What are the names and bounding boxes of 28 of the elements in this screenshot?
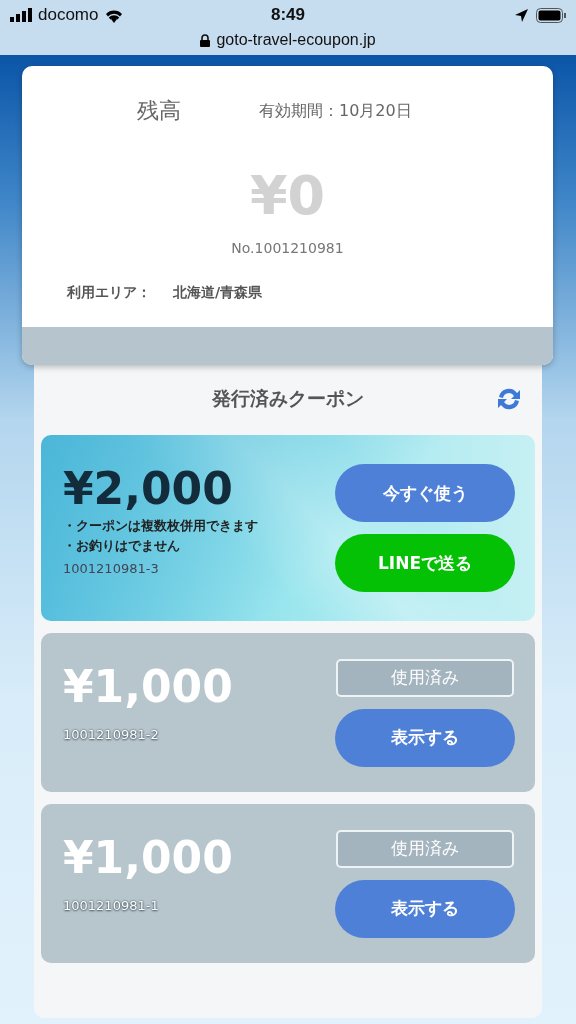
coupon-number: 1001210981-3 (63, 561, 160, 576)
url-text[interactable]: goto-travel-ecoupon.jp (216, 31, 376, 49)
area-value: 北海道/青森県 (173, 284, 263, 302)
used-status-label: 使用済み (336, 829, 514, 868)
lock-icon (200, 33, 211, 47)
show-button[interactable]: 表示する (335, 879, 515, 938)
coupon-note: ・クーポンは複数枚併用できます (63, 518, 258, 535)
refresh-icon[interactable] (495, 386, 523, 412)
carrier-name: docomo (38, 5, 99, 25)
battery-icon (536, 7, 566, 23)
show-button[interactable]: 表示する (335, 708, 515, 767)
coupon-note: ・お釣りはでません (63, 538, 181, 555)
area-label: 利用エリア： (67, 284, 151, 302)
coupon-amount: ¥1,000 (63, 832, 233, 884)
coupon-number: 1001210981-1 (63, 898, 160, 913)
use-now-button[interactable]: 今すぐ使う (335, 464, 515, 522)
clock-time: 8:49 (271, 5, 305, 25)
card-number: No.1001210981 (230, 240, 345, 256)
balance-title: 残高 (137, 97, 181, 125)
coupon-amount: ¥2,000 (63, 463, 234, 515)
line-send-button[interactable]: LINEで送る (335, 534, 515, 592)
coupon-amount: ¥1,000 (63, 661, 233, 713)
coupon-number: 1001210981-2 (63, 727, 160, 742)
used-status-label: 使用済み (336, 658, 514, 697)
expiry-date: 有効期間：10月20日 (259, 100, 412, 122)
section-title: 発行済みクーポン (212, 386, 364, 411)
signal-icon (10, 8, 32, 22)
location-arrow-icon (515, 8, 528, 22)
